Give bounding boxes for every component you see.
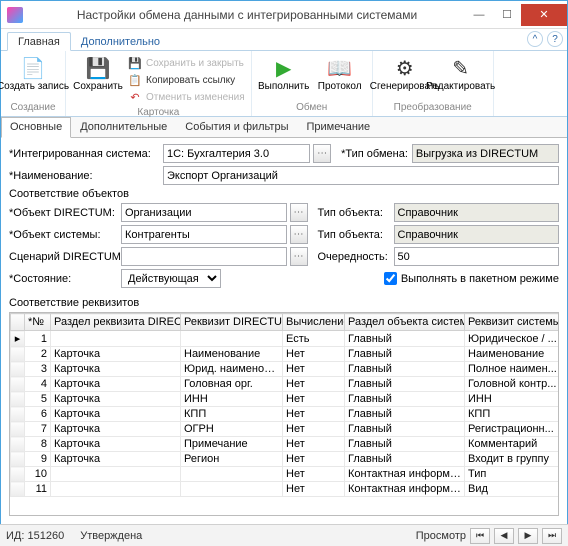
window-title: Настройки обмена данными с интегрированн…	[29, 8, 465, 22]
req-match-title: Соответствие реквизитов	[1, 297, 567, 309]
close-button[interactable]: ✕	[521, 4, 567, 26]
type2-field: Справочник	[394, 225, 560, 244]
column-header[interactable]: Раздел объекта системы	[345, 314, 465, 331]
minimize-button[interactable]: —	[465, 4, 493, 26]
group-label-exchange: Обмен	[256, 102, 368, 114]
status-id-label: ИД:	[6, 530, 24, 542]
execute-button[interactable]: ▶ Выполнить	[256, 53, 312, 94]
nav-last-button[interactable]: ⏭	[542, 528, 562, 544]
type1-label: Тип объекта:	[318, 207, 390, 219]
app-icon	[7, 7, 23, 23]
obj-directum-lookup[interactable]: ⋯	[290, 203, 308, 222]
table-row[interactable]: 8КарточкаПримечаниеНетГлавныйКомментарий…	[11, 437, 560, 452]
obj-system-field[interactable]: Контрагенты	[121, 225, 287, 244]
ribbon-expand-icon[interactable]: ^	[527, 31, 543, 47]
table-row[interactable]: 10НетКонтактная информацияТипДа	[11, 467, 560, 482]
nav-prev-button[interactable]: ◀	[494, 528, 514, 544]
column-header[interactable]: Реквизит DIRECTUM	[181, 314, 283, 331]
requisites-grid[interactable]: *№Раздел реквизита DIRECTUMРеквизит DIRE…	[9, 312, 559, 516]
new-file-icon: 📄	[19, 55, 47, 81]
diskette-icon: 💾	[128, 56, 142, 70]
order-field[interactable]: 50	[394, 247, 560, 266]
state-select[interactable]: Действующая	[121, 269, 221, 288]
nav-first-button[interactable]: ⏮	[470, 528, 490, 544]
status-view: Просмотр	[416, 530, 466, 542]
match-objects-title: Соответствие объектов	[9, 188, 559, 200]
book-icon: 📖	[326, 55, 354, 81]
type2-label: Тип объекта:	[318, 229, 390, 241]
table-row[interactable]: 7КарточкаОГРННетГлавныйРегистрационн...Н…	[11, 422, 560, 437]
table-row[interactable]: 6КарточкаКППНетГлавныйКППНет	[11, 407, 560, 422]
tab-events[interactable]: События и фильтры	[176, 117, 297, 137]
integ-system-field[interactable]: 1С: Бухгалтерия 3.0	[163, 144, 310, 163]
save-button: 💾 Сохранить	[70, 53, 126, 94]
tab-note[interactable]: Примечание	[298, 117, 380, 137]
help-icon[interactable]: ?	[547, 31, 563, 47]
copy-link-button[interactable]: 📋Копировать ссылку	[128, 72, 245, 88]
table-row[interactable]: 4КарточкаГоловная орг.НетГлавныйГоловной…	[11, 377, 560, 392]
ribbon-tab-extra[interactable]: Дополнительно	[71, 33, 170, 50]
status-approved: Утверждена	[80, 530, 142, 542]
integ-system-lookup[interactable]: ⋯	[313, 144, 331, 163]
type1-field: Справочник	[394, 203, 560, 222]
column-header[interactable]: Реквизит системы	[465, 314, 560, 331]
edit-button[interactable]: ✎ Редактировать	[433, 53, 489, 94]
column-header[interactable]: *№	[25, 314, 51, 331]
exchange-type-field: Выгрузка из DIRECTUM	[412, 144, 559, 163]
obj-system-lookup[interactable]: ⋯	[290, 225, 308, 244]
name-field[interactable]: Экспорт Организаций	[163, 166, 559, 185]
protocol-button[interactable]: 📖 Протокол	[312, 53, 368, 94]
table-row[interactable]: 2КарточкаНаименованиеНетГлавныйНаименова…	[11, 347, 560, 362]
copy-icon: 📋	[128, 73, 142, 87]
diskette-icon: 💾	[84, 55, 112, 81]
play-icon: ▶	[270, 55, 298, 81]
batch-checkbox[interactable]	[384, 272, 397, 285]
group-label-transform: Преобразование	[377, 102, 489, 114]
order-label: Очередность:	[318, 251, 390, 263]
gears-icon: ⚙	[391, 55, 419, 81]
table-row[interactable]: ▸1ЕстьГлавныйЮридическое / ...Нет	[11, 331, 560, 347]
undo-changes-button: ↶Отменить изменения	[128, 89, 245, 105]
ribbon-tab-main[interactable]: Главная	[7, 32, 71, 51]
status-id-value: 151260	[27, 530, 64, 542]
nav-next-button[interactable]: ▶	[518, 528, 538, 544]
table-row[interactable]: 11НетКонтактная информацияВидДа	[11, 482, 560, 497]
generate-button[interactable]: ⚙ Сгенерировать	[377, 53, 433, 94]
tab-main[interactable]: Основные	[1, 117, 71, 138]
column-header[interactable]: Раздел реквизита DIRECTUM	[51, 314, 181, 331]
integ-system-label: Интегрированная система:	[9, 148, 159, 160]
tab-extra[interactable]: Дополнительные	[71, 117, 176, 137]
group-label-create: Создание	[5, 102, 61, 114]
table-row[interactable]: 5КарточкаИНННетГлавныйИНННет	[11, 392, 560, 407]
scenario-label: Сценарий DIRECTUM:	[9, 251, 117, 263]
create-record-button[interactable]: 📄 Создать запись	[5, 53, 61, 94]
maximize-button[interactable]: ☐	[493, 4, 521, 26]
obj-directum-label: Объект DIRECTUM:	[9, 207, 117, 219]
table-row[interactable]: 3КарточкаЮрид. наименованиеНетГлавныйПол…	[11, 362, 560, 377]
exchange-type-label: Тип обмена:	[341, 148, 408, 160]
column-header[interactable]: Вычисление	[283, 314, 345, 331]
obj-directum-field[interactable]: Организации	[121, 203, 287, 222]
save-close-button: 💾Сохранить и закрыть	[128, 55, 245, 71]
state-label: Состояние:	[9, 273, 117, 285]
obj-system-label: Объект системы:	[9, 229, 117, 241]
table-row[interactable]: 9КарточкаРегионНетГлавныйВходит в группу…	[11, 452, 560, 467]
scenario-lookup[interactable]: ⋯	[290, 247, 308, 266]
batch-label: Выполнять в пакетном режиме	[401, 273, 559, 285]
undo-icon: ↶	[128, 90, 142, 104]
name-label: Наименование:	[9, 170, 159, 182]
scenario-field[interactable]	[121, 247, 287, 266]
pencil-icon: ✎	[447, 55, 475, 81]
